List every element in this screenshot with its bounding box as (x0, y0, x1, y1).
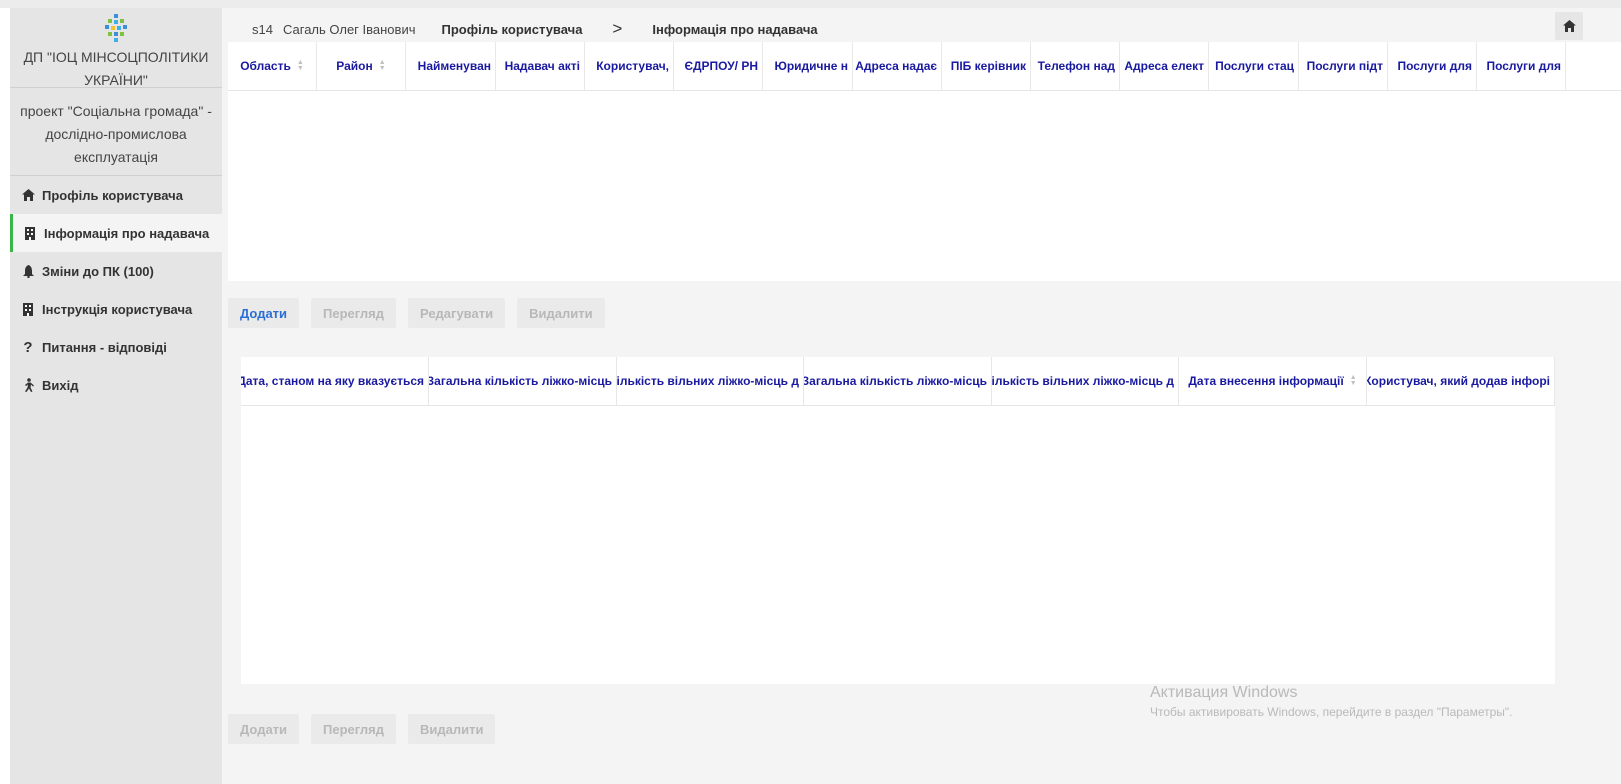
column-header[interactable]: Область ▲ ▼ (228, 42, 317, 90)
column-header[interactable]: Юридичне н (763, 42, 853, 90)
sidebar-item-profile[interactable]: Профіль користувача (10, 176, 222, 214)
column-header[interactable]: Адреса надає (853, 42, 942, 90)
column-header[interactable]: Користувач, (585, 42, 674, 90)
sort-icon[interactable]: ▲ ▼ (379, 59, 386, 72)
project-line2: дослідно-промислова (45, 126, 187, 142)
user-name: Сагаль Олег Іванович (282, 21, 416, 37)
column-header[interactable]: Кількість вільних ліжко-місць д (617, 357, 804, 405)
logo-icon (105, 14, 127, 42)
sidebar-item-exit[interactable]: Вихід (10, 366, 222, 404)
column-header[interactable]: Район ▲ ▼ (317, 42, 406, 90)
column-header[interactable]: Адреса елект (1120, 42, 1209, 90)
column-header[interactable]: Послуги для (1388, 42, 1477, 90)
providers-table: Область ▲ ▼ Район ▲ ▼ Найменуван Надавач а… (228, 42, 1621, 281)
breadcrumb-current: Інформація про надавача (652, 21, 818, 37)
sidebar-item-manual[interactable]: Інструкція користувача (10, 290, 222, 328)
sidebar-item-faq[interactable]: ? Питання - відповіді (10, 328, 222, 366)
column-header[interactable]: Найменуван (406, 42, 496, 90)
sidebar-item-label: Профіль користувача (42, 187, 183, 203)
column-header[interactable]: Загальна кількість ліжко-місць (804, 357, 992, 405)
sidebar-item-label: Питання - відповіді (42, 339, 167, 355)
windows-activation-watermark: Активация Windows Чтобы активировать Win… (1150, 684, 1513, 719)
project-name: проект "Соціальна громада" - дослідно-пр… (10, 88, 222, 176)
project-line3: експлуатація (74, 149, 158, 165)
sidebar: ДП "ІОЦ МІНСОЦПОЛІТИКИ УКРАЇНИ" проект "… (10, 8, 222, 784)
column-header[interactable]: ПІБ керівник (942, 42, 1031, 90)
breadcrumb-profile[interactable]: Профіль користувача (441, 22, 582, 37)
bell-icon (18, 264, 38, 278)
user-id: s14 (252, 21, 273, 37)
add-button[interactable]: Додати (228, 298, 300, 328)
table-header-row: Область ▲ ▼ Район ▲ ▼ Найменуван Надавач а… (228, 42, 1621, 91)
sidebar-item-label: Інструкція користувача (42, 301, 193, 317)
building-icon (18, 302, 38, 316)
walking-icon (18, 378, 38, 392)
home-button[interactable] (1555, 12, 1583, 40)
question-icon: ? (23, 338, 33, 356)
delete-button[interactable]: Видалити (407, 714, 496, 744)
column-header[interactable]: Кількість вільних ліжко-місць д (992, 357, 1179, 405)
table-header-row: Дата, станом на яку вказується Загальна … (241, 357, 1555, 406)
top-strip (0, 0, 1621, 8)
column-header[interactable]: Користувач, який додав інфорі (1367, 357, 1555, 405)
add-button[interactable]: Додати (228, 714, 300, 744)
column-header[interactable]: Послуги підт (1299, 42, 1388, 90)
beds-table: Дата, станом на яку вказується Загальна … (241, 357, 1555, 684)
watermark-text: Чтобы активировать Windows, перейдите в … (1150, 705, 1513, 719)
providers-actions: Додати Перегляд Редагувати Видалити (228, 298, 605, 328)
sidebar-item-provider-info[interactable]: Інформація про надавача (10, 214, 222, 252)
sidebar-item-changes[interactable]: Зміни до ПК (100) (10, 252, 222, 290)
sidebar-item-label: Інформація про надавача (44, 225, 210, 241)
column-header[interactable]: Послуги для (1477, 42, 1566, 90)
beds-actions: Додати Перегляд Видалити (228, 714, 496, 744)
sidebar-item-label: Вихід (42, 377, 79, 393)
sidebar-menu: Профіль користувача Інформація про надав… (10, 176, 222, 404)
watermark-title: Активация Windows (1150, 684, 1298, 701)
sort-icon[interactable]: ▲ ▼ (1350, 374, 1357, 387)
org-header: ДП "ІОЦ МІНСОЦПОЛІТИКИ УКРАЇНИ" (10, 8, 222, 88)
column-header[interactable]: Надавач акті (496, 42, 585, 90)
org-name-line1: ДП "ІОЦ МІНСОЦПОЛІТИКИ (23, 49, 209, 65)
column-header[interactable]: ЄДРПОУ/ РН (674, 42, 763, 90)
view-button[interactable]: Перегляд (311, 298, 396, 328)
sort-icon[interactable]: ▲ ▼ (297, 59, 304, 72)
project-line1: проект "Соціальна громада" - (20, 103, 212, 119)
building-icon (20, 226, 40, 240)
column-header[interactable]: Загальна кількість ліжко-місць (429, 357, 617, 405)
column-header[interactable]: Послуги стац (1209, 42, 1299, 90)
column-header[interactable]: Дата внесення інформації ▲ ▼ (1179, 357, 1367, 405)
edit-button[interactable]: Редагувати (407, 298, 506, 328)
home-icon (1562, 20, 1576, 32)
sidebar-item-label: Зміни до ПК (100) (42, 263, 154, 279)
column-header[interactable]: Телефон над (1031, 42, 1120, 90)
home-icon (18, 189, 38, 201)
delete-button[interactable]: Видалити (517, 298, 605, 328)
view-button[interactable]: Перегляд (311, 714, 396, 744)
breadcrumb-separator: > (612, 19, 623, 38)
column-header[interactable]: Дата, станом на яку вказується (241, 357, 429, 405)
